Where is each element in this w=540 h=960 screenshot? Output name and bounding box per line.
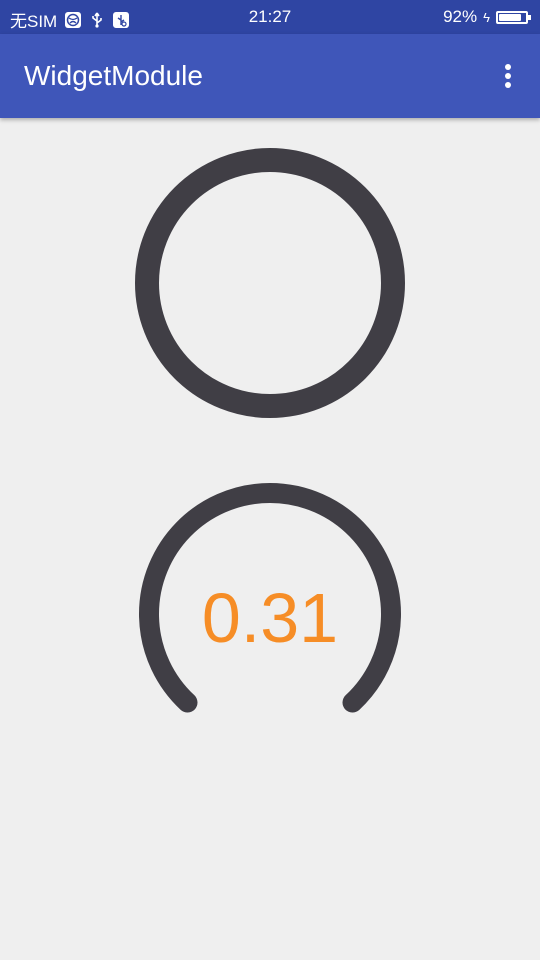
progress-ring-track <box>135 148 405 418</box>
app-title: WidgetModule <box>24 60 203 91</box>
status-right: 92% ϟ <box>443 7 531 27</box>
battery-percent: 92% <box>443 7 478 26</box>
battery-fill <box>499 13 521 21</box>
overflow-dot <box>505 73 511 79</box>
charging-icon: ϟ <box>483 9 490 25</box>
battery-icon <box>496 10 531 24</box>
status-bar: 无SIM 21:27 92% ϟ <box>0 0 540 34</box>
overflow-dot <box>505 82 511 88</box>
overflow-dot <box>505 64 511 70</box>
overflow-menu-icon[interactable] <box>498 60 518 92</box>
progress-ring <box>135 148 405 418</box>
arc-gauge: 0.31 <box>130 474 410 734</box>
app-bar: WidgetModule <box>0 34 540 118</box>
gauge-value: 0.31 <box>201 579 339 657</box>
